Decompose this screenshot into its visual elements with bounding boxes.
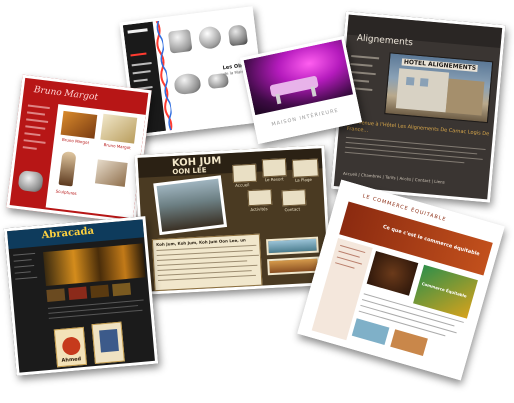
bruno-sculpture-icon bbox=[17, 169, 44, 193]
abracada-stage-photo bbox=[43, 243, 146, 287]
interior-caption: MAISON INTÉRIEURE bbox=[270, 107, 340, 128]
hotel-photo: HOTEL ALIGNEMENTS bbox=[384, 52, 494, 124]
koh-jum-nav-label-3: La Plage bbox=[294, 176, 313, 183]
koh-jum-nav-label-1: Accueil bbox=[235, 182, 250, 188]
bruno-art-4 bbox=[94, 159, 128, 187]
bruno-margot-card[interactable]: Bruno Margot Bruno Margot Bruno Margot S… bbox=[6, 74, 152, 224]
abracada-text bbox=[47, 297, 149, 326]
commerce-equitable-card[interactable]: LE COMMERCE ÉQUITABLE Ce que c'est le co… bbox=[297, 179, 505, 381]
koh-jum-nav-5[interactable] bbox=[281, 189, 307, 207]
koh-jum-nav-label-2: Le Resort bbox=[264, 176, 284, 183]
koh-jum-subtitle: OON LEE bbox=[172, 166, 207, 177]
bruno-art-1 bbox=[60, 110, 98, 139]
koh-jum-card[interactable]: KOH JUM OON LEE Accueil Le Resort La Pla… bbox=[134, 145, 332, 295]
bruno-art-2 bbox=[100, 113, 138, 144]
bruno-caption-2: Bruno Margot bbox=[103, 141, 132, 151]
abracada-poster-label: Ahmed bbox=[61, 356, 82, 364]
koh-jum-nav-label-5: Contact bbox=[284, 206, 301, 213]
product-tumbler bbox=[167, 29, 193, 54]
product-vase bbox=[227, 24, 249, 47]
commerce-banner-text: Ce que c'est le commerce équitable bbox=[382, 224, 481, 258]
koh-jum-photo bbox=[153, 175, 228, 236]
abracada-sidebar bbox=[13, 250, 46, 328]
koh-jum-nav-3[interactable] bbox=[291, 158, 319, 178]
bruno-site-title: Bruno Margot bbox=[33, 85, 99, 103]
commerce-badge-text: Commerce Équitable bbox=[421, 280, 468, 299]
koh-jum-nav-1[interactable] bbox=[232, 163, 258, 183]
product-cup bbox=[197, 25, 223, 50]
bruno-content-panel: Bruno Margot Bruno Margot Sculptures bbox=[45, 104, 146, 219]
abracada-poster-1[interactable]: Ahmed bbox=[53, 326, 88, 368]
bruno-caption-3: Sculptures bbox=[55, 188, 77, 197]
abracada-poster-2[interactable] bbox=[91, 321, 125, 365]
koh-jum-nav-label-4: Activités bbox=[250, 206, 268, 213]
koh-jum-thumb-2[interactable] bbox=[267, 256, 320, 276]
koh-jum-nav-4[interactable] bbox=[247, 188, 273, 207]
bruno-menu bbox=[21, 104, 54, 167]
abracada-card[interactable]: Abracada Ahmed bbox=[3, 216, 159, 376]
koh-jum-nav: Accueil Le Resort La Plage Activités Con… bbox=[232, 156, 328, 241]
bruno-art-3 bbox=[58, 151, 77, 187]
product-bowl bbox=[173, 72, 202, 96]
koh-jum-nav-2[interactable] bbox=[261, 158, 287, 178]
commerce-coffee-photo bbox=[366, 250, 419, 296]
koh-jum-thumb-1[interactable] bbox=[266, 236, 319, 256]
interior-photo bbox=[243, 38, 359, 116]
koh-jum-text-panel: Koh Jum, Koh Jum, Koh Jum Oon Lee, un bbox=[151, 233, 263, 292]
bruno-caption-1: Bruno Margot bbox=[61, 136, 90, 146]
